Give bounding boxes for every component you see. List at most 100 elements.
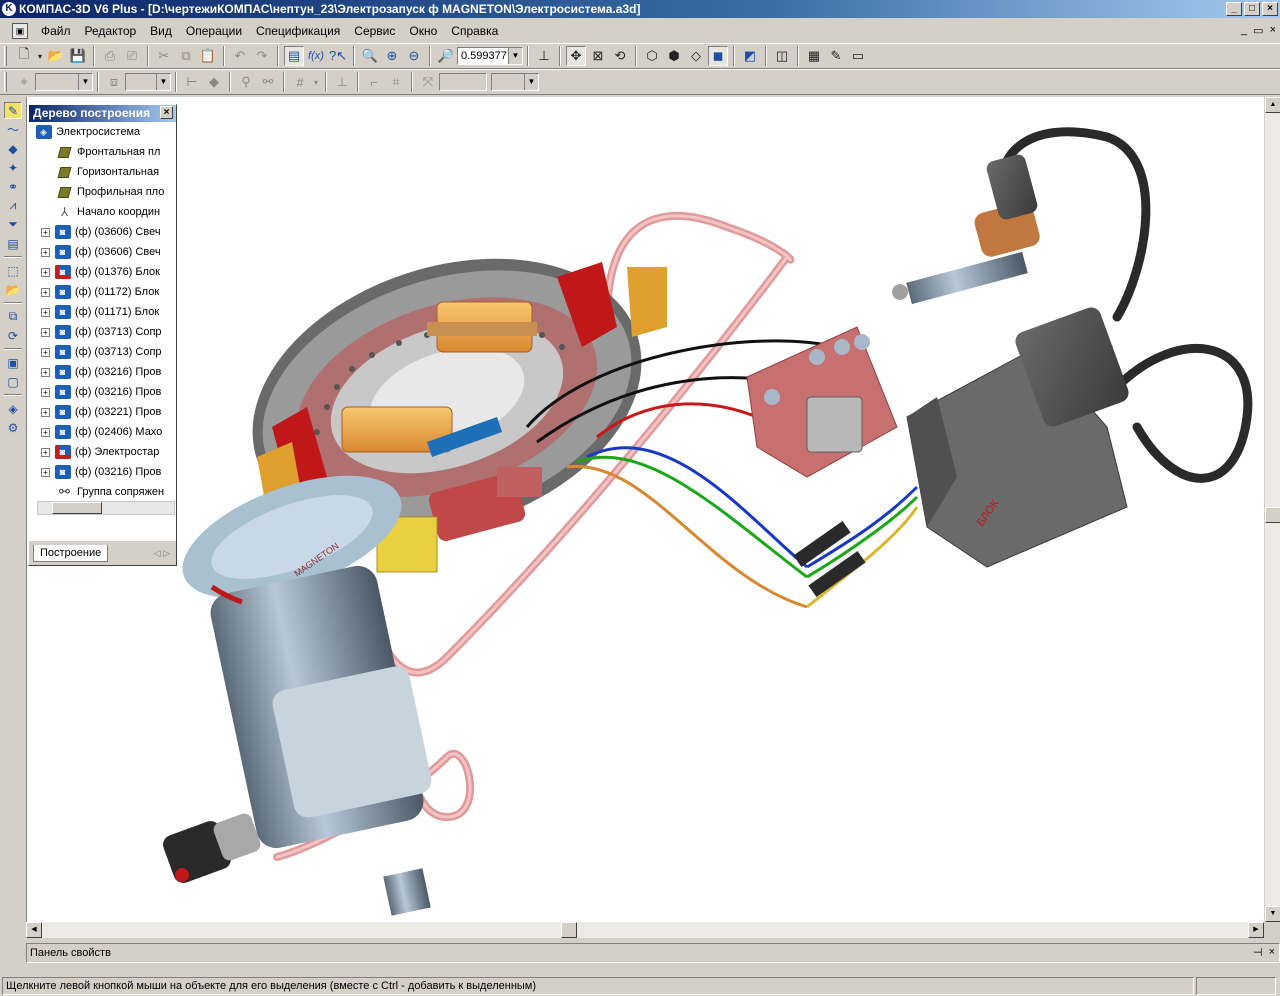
tree-item[interactable]: + ◙ (ф) (01171) Блок (29, 302, 176, 322)
move-component-icon[interactable]: ⧉ (4, 308, 22, 325)
chevron-down-icon[interactable]: ▼ (508, 48, 522, 64)
open-folder-icon[interactable]: 📂 (46, 46, 66, 66)
properties-icon[interactable]: ▦ (804, 46, 824, 66)
new-document-icon[interactable]: 🗋 (14, 46, 34, 66)
ortho-icon[interactable]: ⌐ (364, 72, 384, 92)
measure-tool-icon[interactable]: ⩘ (4, 197, 22, 214)
scroll-down-icon[interactable]: ▼ (1265, 906, 1280, 922)
tree-item[interactable]: Профильная пло (29, 182, 176, 202)
hide-component-icon[interactable]: ▣ (4, 354, 22, 371)
tree-item[interactable]: Горизонтальная (29, 162, 176, 182)
show-component-icon[interactable]: ▢ (4, 373, 22, 390)
doc-minimize-button[interactable]: _ (1241, 24, 1247, 37)
expand-icon[interactable]: + (41, 287, 50, 297)
layer-combo[interactable]: ▼ (125, 73, 171, 91)
display-settings-icon[interactable]: ▭ (848, 46, 868, 66)
auxiliary-geometry-icon[interactable]: ✦ (4, 159, 22, 176)
coord-y-field[interactable]: ▼ (491, 73, 539, 91)
tree-horizontal-scrollbar[interactable] (37, 501, 175, 515)
scroll-thumb[interactable] (1265, 507, 1280, 523)
cut-icon[interactable]: ✂ (154, 46, 174, 66)
tree-item[interactable]: + ◙ (ф) (03606) Свеч (29, 242, 176, 262)
minimize-button[interactable]: _ (1226, 2, 1242, 16)
menu-help[interactable]: Справка (444, 20, 505, 42)
menu-file[interactable]: Файл (34, 20, 78, 42)
scroll-up-icon[interactable]: ▲ (1265, 97, 1280, 113)
assembly-render[interactable]: БЛОК MAGNETON (27, 97, 1264, 922)
axis-icon[interactable]: ⊥ (332, 72, 352, 92)
menu-operations[interactable]: Операции (179, 20, 249, 42)
expand-icon[interactable]: + (41, 367, 50, 377)
close-icon[interactable]: × (1269, 946, 1275, 959)
tree-toggle-icon[interactable]: ▤ (284, 46, 304, 66)
preview-icon[interactable]: ⎚ (122, 46, 142, 66)
tree-root[interactable]: ◈ Электросистема (29, 122, 176, 142)
grid-icon[interactable]: # (290, 72, 310, 92)
help-pointer-icon[interactable]: ?↖ (328, 46, 348, 66)
component-from-file-icon[interactable]: 📂 (4, 281, 22, 298)
section-icon[interactable]: ◫ (772, 46, 792, 66)
expand-icon[interactable]: + (41, 447, 50, 457)
ignition-coil-upper[interactable] (427, 301, 537, 353)
tree-item[interactable]: + ◙ (ф) Электростар (29, 442, 176, 462)
close-icon[interactable]: × (160, 106, 173, 119)
model-viewport[interactable]: БЛОК MAGNETON (26, 97, 1264, 922)
local-cs-icon[interactable]: ⊢ (182, 72, 202, 92)
doc-restore-button[interactable]: ▭ (1253, 24, 1263, 37)
edit-part-icon[interactable]: ✎ (4, 102, 22, 119)
menu-service[interactable]: Сервис (347, 20, 402, 42)
fill-icon[interactable]: ◆ (204, 72, 224, 92)
tree-item[interactable]: + ◙ (ф) (01376) Блок (29, 262, 176, 282)
snap-settings-icon[interactable]: ⌗ (386, 72, 406, 92)
grid-dropdown-icon[interactable]: ▾ (312, 72, 320, 92)
shaded-icon[interactable]: ◼ (708, 46, 728, 66)
variables-icon[interactable]: f(x) (306, 46, 326, 66)
expand-icon[interactable]: + (41, 327, 50, 337)
expand-icon[interactable]: + (41, 407, 50, 417)
style-combo[interactable]: ▼ (35, 73, 93, 91)
maximize-button[interactable]: □ (1244, 2, 1260, 16)
bind-icon[interactable]: ⚲ (236, 72, 256, 92)
tree-item[interactable]: + ◙ (ф) (03713) Сопр (29, 322, 176, 342)
layer-icon[interactable]: ⧈ (104, 72, 124, 92)
zoom-value-combo[interactable]: 0.599377 ▼ (457, 47, 523, 65)
tree-item[interactable]: + ◙ (ф) (03606) Свеч (29, 222, 176, 242)
thin-lines-icon[interactable]: ◇ (686, 46, 706, 66)
surfaces-icon[interactable]: ◆ (4, 140, 22, 157)
scroll-thumb[interactable] (52, 502, 102, 514)
tab-build[interactable]: Построение (33, 544, 109, 562)
toolbar-grip[interactable] (4, 46, 7, 66)
toolbar-grip[interactable] (4, 72, 7, 92)
spec-icon[interactable]: ▤ (4, 235, 22, 252)
tree-item[interactable]: + ◙ (ф) (03713) Сопр (29, 342, 176, 362)
zoom-out-icon[interactable]: ⊖ (404, 46, 424, 66)
expand-icon[interactable]: + (41, 227, 50, 237)
viewport-vertical-scrollbar[interactable]: ▲ ▼ (1264, 97, 1280, 922)
scroll-right-icon[interactable]: ▶ (1248, 922, 1264, 938)
expand-icon[interactable]: + (41, 247, 50, 257)
tree-item[interactable]: ⅄ Начало координ (29, 202, 176, 222)
chevron-down-icon[interactable]: ▼ (156, 74, 170, 90)
zoom-window-icon[interactable]: 🔍 (360, 46, 380, 66)
fill-color-icon[interactable]: ◈ (4, 400, 22, 417)
constraints-icon[interactable]: ⚭ (4, 178, 22, 195)
print-icon[interactable]: ⎙ (100, 46, 120, 66)
spark-plug[interactable] (892, 153, 1042, 305)
tree-item[interactable]: + ◙ (ф) (03216) Пров (29, 462, 176, 482)
rotate-component-icon[interactable]: ⟳ (4, 327, 22, 344)
expand-icon[interactable]: + (41, 387, 50, 397)
close-button[interactable]: × (1262, 2, 1278, 16)
copy-icon[interactable]: ⧉ (176, 46, 196, 66)
tree-item[interactable]: ⚯ Группа сопряжен (29, 482, 176, 502)
electronic-ignition-block[interactable]: БЛОК (906, 305, 1131, 568)
zoom-scale-icon[interactable]: 🔎 (436, 46, 456, 66)
voltage-regulator[interactable] (746, 326, 898, 478)
tree-item[interactable]: + ◙ (ф) (03216) Пров (29, 382, 176, 402)
tree-body[interactable]: ◈ Электросистема Фронтальная пл Горизонт… (29, 122, 176, 524)
scroll-left-icon[interactable]: ◀ (26, 922, 42, 938)
tree-item[interactable]: + ◙ (ф) (03216) Пров (29, 362, 176, 382)
snap-icon[interactable]: ⌖ (14, 72, 34, 92)
orientation-icon[interactable]: ⊥ (534, 46, 554, 66)
expand-icon[interactable]: + (41, 307, 50, 317)
tree-item[interactable]: + ◙ (ф) (03221) Пров (29, 402, 176, 422)
